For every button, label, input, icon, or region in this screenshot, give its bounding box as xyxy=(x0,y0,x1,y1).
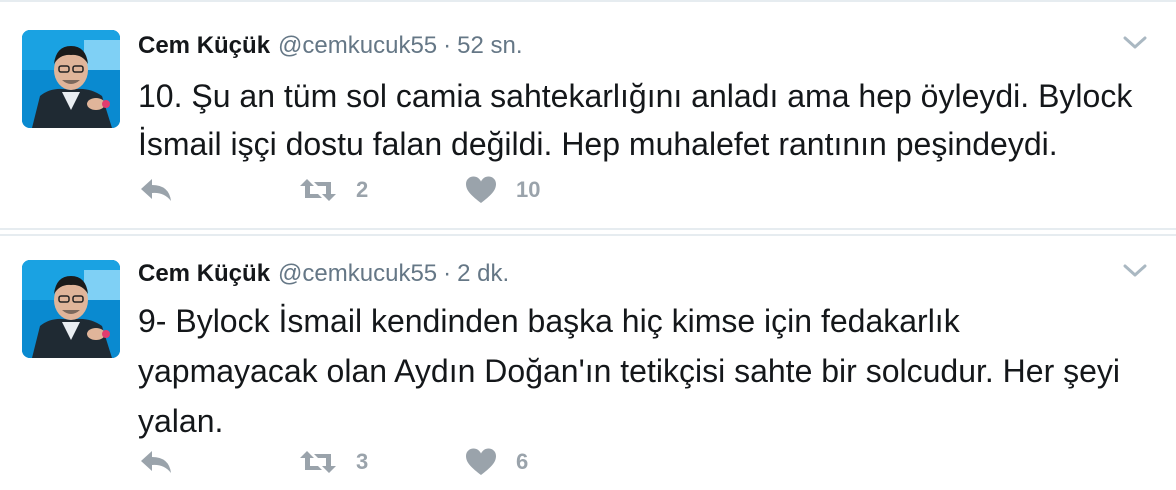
tweet-text: 9- Bylock İsmail kendinden başka hiç kim… xyxy=(138,303,1121,439)
like-count: 10 xyxy=(516,177,541,202)
tweet-feed: Cem Küçük @cemkucuk55 · 52 sn. 10. Şu an tü… xyxy=(0,0,1176,490)
retweet-icon xyxy=(300,451,336,473)
heart-icon xyxy=(466,448,496,475)
tweet-actions: 3 6 xyxy=(138,442,738,482)
like-button[interactable]: 6 xyxy=(464,442,528,482)
retweet-button[interactable]: 2 xyxy=(298,170,368,210)
avatar[interactable] xyxy=(22,30,120,128)
like-button[interactable]: 10 xyxy=(464,170,540,210)
retweet-count: 3 xyxy=(356,449,369,474)
timestamp[interactable]: 2 dk. xyxy=(457,260,509,287)
author-name[interactable]: Cem Küçük xyxy=(138,32,270,59)
retweet-button[interactable]: 3 xyxy=(298,442,368,482)
author-handle[interactable]: @cemkucuk55 xyxy=(278,32,437,59)
tweet[interactable]: Cem Küçük @cemkucuk55 · 2 dk. 9- Bylock İsm… xyxy=(0,234,1176,490)
timestamp[interactable]: 52 sn. xyxy=(457,32,522,59)
reply-button[interactable] xyxy=(138,170,178,210)
retweet-count: 2 xyxy=(356,177,369,202)
tweet-actions: 2 10 xyxy=(138,170,738,210)
chevron-down-icon[interactable] xyxy=(1122,34,1148,52)
reply-button[interactable] xyxy=(138,442,178,482)
tweet[interactable]: Cem Küçük @cemkucuk55 · 52 sn. 10. Şu an tü… xyxy=(0,8,1176,230)
reply-icon xyxy=(141,179,171,201)
separator: · xyxy=(443,32,452,59)
author-name[interactable]: Cem Küçük xyxy=(138,260,270,287)
avatar-image xyxy=(22,260,120,358)
tweet-header: Cem Küçük @cemkucuk55 · 52 sn. xyxy=(138,30,523,62)
separator: · xyxy=(443,260,452,287)
avatar-image xyxy=(22,30,120,128)
retweet-icon xyxy=(300,179,336,201)
reply-icon xyxy=(141,451,171,473)
heart-icon xyxy=(466,176,496,203)
like-count: 6 xyxy=(516,449,529,474)
avatar[interactable] xyxy=(22,260,120,358)
tweet-header: Cem Küçük @cemkucuk55 · 2 dk. xyxy=(138,258,509,290)
author-handle[interactable]: @cemkucuk55 xyxy=(278,260,437,287)
tweet-text: 10. Şu an tüm sol camia sahtekarlığını a… xyxy=(138,78,1133,162)
chevron-down-icon[interactable] xyxy=(1122,262,1148,280)
